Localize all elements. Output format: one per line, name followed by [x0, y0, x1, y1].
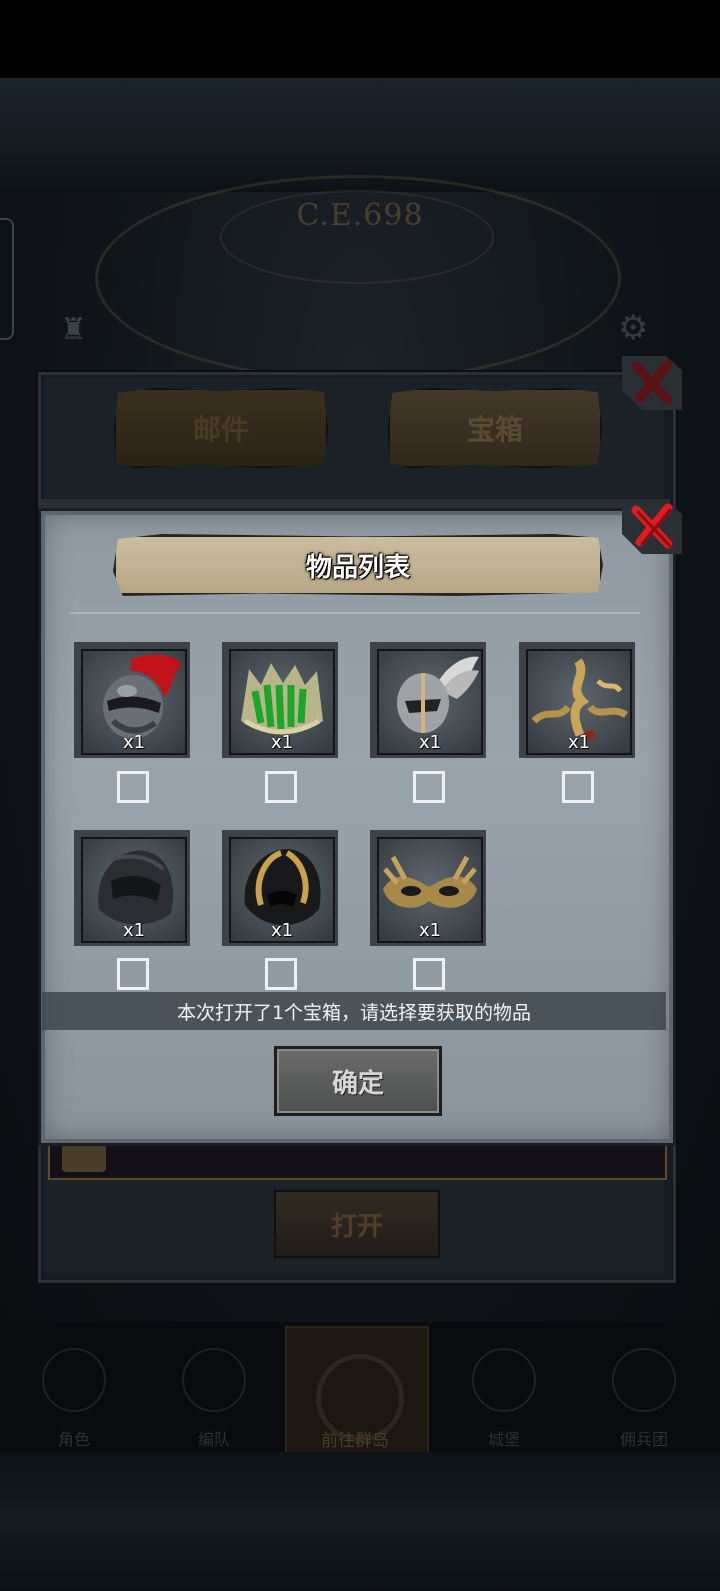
open-button[interactable]: 打开 — [274, 1190, 440, 1258]
castle-icon — [472, 1348, 536, 1412]
item-checkbox[interactable] — [413, 958, 445, 990]
item-image: x1 — [526, 649, 632, 755]
item-slot[interactable]: x1 — [370, 830, 486, 946]
item-image: x1 — [377, 837, 483, 943]
item-image: x1 — [229, 649, 335, 755]
item-quantity: x1 — [567, 732, 591, 753]
item-quantity: x1 — [270, 732, 294, 753]
item-quantity: x1 — [418, 920, 442, 941]
item-slot[interactable]: x1 — [370, 642, 486, 758]
nav-item-castle[interactable]: 城堡 — [440, 1330, 568, 1450]
item-image: x1 — [81, 649, 187, 755]
item-quantity: x1 — [122, 732, 146, 753]
divider — [70, 612, 640, 614]
item-slot[interactable]: x1 — [222, 830, 338, 946]
bottom-band — [0, 1452, 720, 1591]
side-handle[interactable] — [0, 218, 14, 340]
status-bar — [0, 0, 720, 78]
item-image: x1 — [377, 649, 483, 755]
nav-label: 编队 — [197, 1430, 230, 1449]
team-icon — [182, 1348, 246, 1412]
hero-icon[interactable]: ♜ — [60, 312, 87, 347]
item-checkbox[interactable] — [413, 771, 445, 803]
title-banner: 物品列表 — [113, 534, 603, 596]
item-checkbox[interactable] — [117, 771, 149, 803]
item-slot[interactable]: x1 — [222, 642, 338, 758]
nav-item-mercenary[interactable]: 佣兵团 — [580, 1330, 708, 1450]
tab-mail[interactable]: 邮件 — [114, 388, 328, 468]
item-quantity: x1 — [418, 732, 442, 753]
nav-label: 角色 — [57, 1430, 90, 1449]
nav-label: 佣兵团 — [619, 1430, 668, 1449]
dialog-title: 物品列表 — [305, 552, 410, 583]
item-slot[interactable]: x1 — [74, 642, 190, 758]
close-icon[interactable] — [622, 350, 682, 410]
nav-label: 城堡 — [487, 1430, 520, 1449]
nav-item-team[interactable]: 编队 — [150, 1330, 278, 1450]
mail-item-icon — [62, 1144, 106, 1172]
item-quantity: x1 — [270, 920, 294, 941]
item-checkbox[interactable] — [117, 958, 149, 990]
item-slot[interactable]: x1 — [519, 642, 635, 758]
character-icon — [42, 1348, 106, 1412]
close-icon[interactable] — [622, 494, 682, 554]
item-checkbox[interactable] — [562, 771, 594, 803]
era-label: C.E.698 — [296, 198, 424, 233]
item-checkbox[interactable] — [265, 958, 297, 990]
gear-icon[interactable]: ⚙ — [618, 308, 648, 348]
item-slot[interactable]: x1 — [74, 830, 190, 946]
mercenary-icon — [612, 1348, 676, 1412]
item-checkbox[interactable] — [265, 771, 297, 803]
item-image: x1 — [81, 837, 187, 943]
nav-item-character[interactable]: 角色 — [10, 1330, 138, 1450]
tab-chest[interactable]: 宝箱 — [388, 388, 602, 468]
item-image: x1 — [229, 837, 335, 943]
hint-text: 本次打开了1个宝箱，请选择要获取的物品 — [176, 1002, 532, 1024]
confirm-button[interactable]: 确定 — [274, 1046, 442, 1116]
nav-label: 前往群岛 — [321, 1431, 389, 1451]
item-quantity: x1 — [122, 920, 146, 941]
mail-list-row[interactable] — [48, 1140, 667, 1180]
